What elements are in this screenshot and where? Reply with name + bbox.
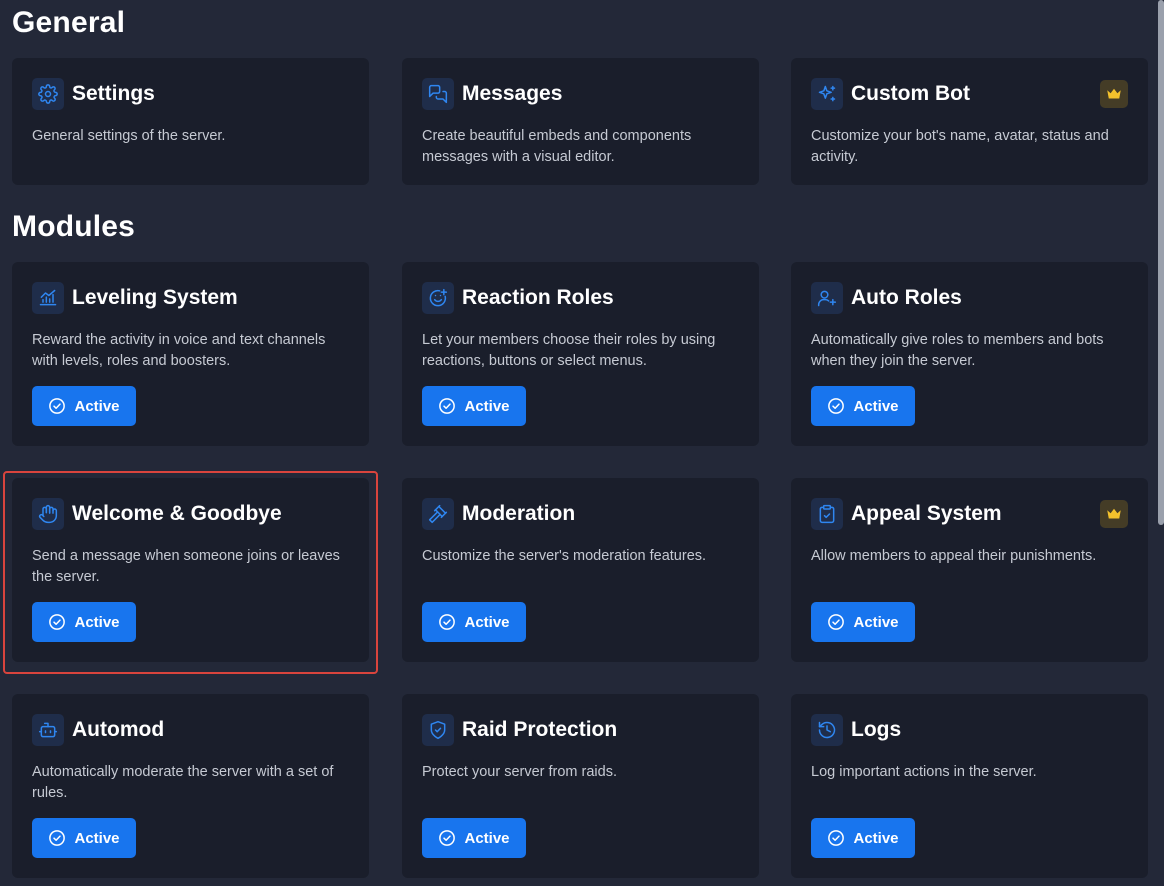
check-circle-icon bbox=[49, 398, 66, 414]
active-button[interactable]: Active bbox=[32, 818, 136, 858]
card-messages[interactable]: Messages Create beautiful embeds and com… bbox=[402, 58, 759, 185]
card-title: Reaction Roles bbox=[462, 286, 614, 309]
active-button-label: Active bbox=[464, 613, 510, 631]
card-description: Let your members choose their roles by u… bbox=[422, 332, 716, 369]
card-title: Moderation bbox=[462, 502, 576, 525]
card-title: Logs bbox=[851, 718, 902, 741]
card-description: Send a message when someone joins or lea… bbox=[32, 548, 340, 585]
check-circle-icon bbox=[828, 830, 845, 846]
active-button-label: Active bbox=[74, 613, 120, 631]
active-button[interactable]: Active bbox=[422, 602, 526, 642]
card-title: Custom Bot bbox=[851, 82, 970, 105]
scrollbar-thumb[interactable] bbox=[1158, 0, 1164, 525]
check-circle-icon bbox=[49, 830, 66, 846]
card-auto-roles[interactable]: Auto Roles Automatically give roles to m… bbox=[791, 262, 1148, 446]
active-button[interactable]: Active bbox=[32, 602, 136, 642]
check-circle-icon bbox=[828, 398, 845, 414]
card-title: Leveling System bbox=[72, 286, 238, 309]
card-appeal-system[interactable]: Appeal System Allow members to appeal th… bbox=[791, 478, 1148, 662]
waving-hand-icon bbox=[32, 498, 64, 530]
active-button[interactable]: Active bbox=[422, 818, 526, 858]
check-circle-icon bbox=[49, 614, 66, 630]
active-button[interactable]: Active bbox=[811, 818, 915, 858]
user-plus-icon bbox=[811, 282, 843, 314]
card-description: Allow members to appeal their punishment… bbox=[811, 548, 1097, 564]
active-button-label: Active bbox=[853, 613, 899, 631]
active-button-label: Active bbox=[464, 829, 510, 847]
card-description: Automatically moderate the server with a… bbox=[32, 764, 334, 801]
card-custom-bot[interactable]: Custom Bot Customize your bot's name, av… bbox=[791, 58, 1148, 185]
card-title: Messages bbox=[462, 82, 563, 105]
card-title: Settings bbox=[72, 82, 155, 105]
check-circle-icon bbox=[439, 830, 456, 846]
card-raid-protection[interactable]: Raid Protection Protect your server from… bbox=[402, 694, 759, 878]
robot-icon bbox=[32, 714, 64, 746]
card-automod[interactable]: Automod Automatically moderate the serve… bbox=[12, 694, 369, 878]
card-title: Raid Protection bbox=[462, 718, 618, 741]
active-button[interactable]: Active bbox=[811, 602, 915, 642]
card-description: Customize your bot's name, avatar, statu… bbox=[811, 128, 1109, 165]
check-circle-icon bbox=[828, 614, 845, 630]
check-circle-icon bbox=[439, 398, 456, 414]
crown-icon bbox=[1100, 80, 1128, 108]
card-description: Customize the server's moderation featur… bbox=[422, 548, 707, 564]
card-welcome-goodbye[interactable]: Welcome & Goodbye Send a message when so… bbox=[12, 478, 369, 662]
card-description: Create beautiful embeds and components m… bbox=[422, 128, 692, 165]
card-title: Appeal System bbox=[851, 502, 1002, 525]
card-description: Log important actions in the server. bbox=[811, 764, 1037, 780]
active-button[interactable]: Active bbox=[422, 386, 526, 426]
sparkles-icon bbox=[811, 78, 843, 110]
section-title-modules: Modules bbox=[12, 210, 136, 243]
smiley-plus-icon bbox=[422, 282, 454, 314]
card-title: Automod bbox=[72, 718, 165, 741]
clipboard-check-icon bbox=[811, 498, 843, 530]
card-moderation[interactable]: Moderation Customize the server's modera… bbox=[402, 478, 759, 662]
card-title: Welcome & Goodbye bbox=[72, 502, 282, 525]
card-logs[interactable]: Logs Log important actions in the server… bbox=[791, 694, 1148, 878]
active-button-label: Active bbox=[74, 829, 120, 847]
check-circle-icon bbox=[439, 614, 456, 630]
card-title: Auto Roles bbox=[851, 286, 962, 309]
crown-icon bbox=[1100, 500, 1128, 528]
card-leveling-system[interactable]: Leveling System Reward the activity in v… bbox=[12, 262, 369, 446]
active-button-label: Active bbox=[464, 397, 510, 415]
active-button-label: Active bbox=[853, 829, 899, 847]
card-description: Automatically give roles to members and … bbox=[811, 332, 1104, 369]
gavel-icon bbox=[422, 498, 454, 530]
section-title-general: General bbox=[12, 6, 126, 39]
card-description: Reward the activity in voice and text ch… bbox=[32, 332, 326, 369]
card-settings[interactable]: Settings General settings of the server. bbox=[12, 58, 369, 185]
shield-check-icon bbox=[422, 714, 454, 746]
card-reaction-roles[interactable]: Reaction Roles Let your members choose t… bbox=[402, 262, 759, 446]
chart-icon bbox=[32, 282, 64, 314]
active-button[interactable]: Active bbox=[811, 386, 915, 426]
active-button[interactable]: Active bbox=[32, 386, 136, 426]
card-description: General settings of the server. bbox=[32, 128, 226, 144]
active-button-label: Active bbox=[74, 397, 120, 415]
active-button-label: Active bbox=[853, 397, 899, 415]
history-icon bbox=[811, 714, 843, 746]
gear-icon bbox=[32, 78, 64, 110]
chat-bubbles-icon bbox=[422, 78, 454, 110]
card-description: Protect your server from raids. bbox=[422, 764, 617, 780]
